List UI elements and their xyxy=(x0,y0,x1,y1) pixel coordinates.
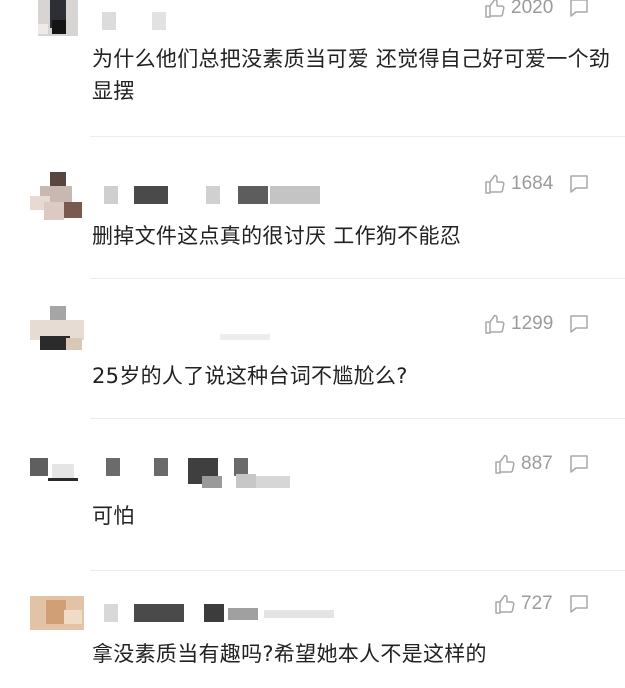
comment-icon[interactable] xyxy=(567,0,591,20)
comment-icon[interactable] xyxy=(567,312,591,336)
comment-text: 删掉文件这点真的很讨厌 工作狗不能忍 xyxy=(92,224,462,248)
avatar[interactable] xyxy=(30,172,84,226)
avatar[interactable] xyxy=(30,0,84,42)
comment-text: 25岁的人了说这种台词不尴尬么? xyxy=(92,364,408,388)
divider xyxy=(90,136,625,137)
like-count: 1299 xyxy=(511,313,554,334)
comment-icon[interactable] xyxy=(567,592,591,616)
like-count: 727 xyxy=(521,593,553,614)
comment-text: 拿没素质当有趣吗?希望她本人不是这样的 xyxy=(92,642,487,666)
avatar[interactable] xyxy=(30,596,84,630)
comment-text: 可怕 xyxy=(92,504,135,528)
like-count: 1684 xyxy=(511,173,554,194)
comment-actions: 727 xyxy=(493,592,591,616)
comment-item: 1684 删掉文件这点真的很讨厌 工作狗不能忍 xyxy=(0,140,625,280)
comment-item: 2020 为什么他们总把没素质当可爱 还觉得自己好可爱一个劲显摆 xyxy=(0,0,625,140)
comment-icon[interactable] xyxy=(567,452,591,476)
thumbs-up-icon[interactable] xyxy=(483,172,507,196)
username-redacted[interactable] xyxy=(102,12,182,30)
divider xyxy=(90,570,625,571)
thumbs-up-icon[interactable] xyxy=(493,452,517,476)
avatar[interactable] xyxy=(30,306,84,360)
like-count: 887 xyxy=(521,453,553,474)
comment-actions: 887 xyxy=(493,452,591,476)
comment-actions: 1684 xyxy=(483,172,591,196)
comment-actions: 2020 xyxy=(483,0,591,20)
comment-item: 1299 25岁的人了说这种台词不尴尬么? xyxy=(0,280,625,420)
comment-item: 727 拿没素质当有趣吗?希望她本人不是这样的 xyxy=(0,574,625,688)
username-redacted[interactable] xyxy=(220,328,280,346)
comment-icon[interactable] xyxy=(567,172,591,196)
like-count: 2020 xyxy=(511,0,554,18)
thumbs-up-icon[interactable] xyxy=(493,592,517,616)
username-redacted[interactable] xyxy=(106,458,296,494)
thumbs-up-icon[interactable] xyxy=(483,312,507,336)
thumbs-up-icon[interactable] xyxy=(483,0,507,20)
avatar[interactable] xyxy=(30,458,84,486)
username-redacted[interactable] xyxy=(104,186,344,204)
divider xyxy=(90,418,625,419)
username-redacted[interactable] xyxy=(104,604,344,622)
comment-text: 为什么他们总把没素质当可爱 还觉得自己好可爱一个劲显摆 xyxy=(92,47,611,103)
comment-actions: 1299 xyxy=(483,312,591,336)
comment-item: 887 可怕 xyxy=(0,420,625,571)
divider xyxy=(90,278,625,279)
